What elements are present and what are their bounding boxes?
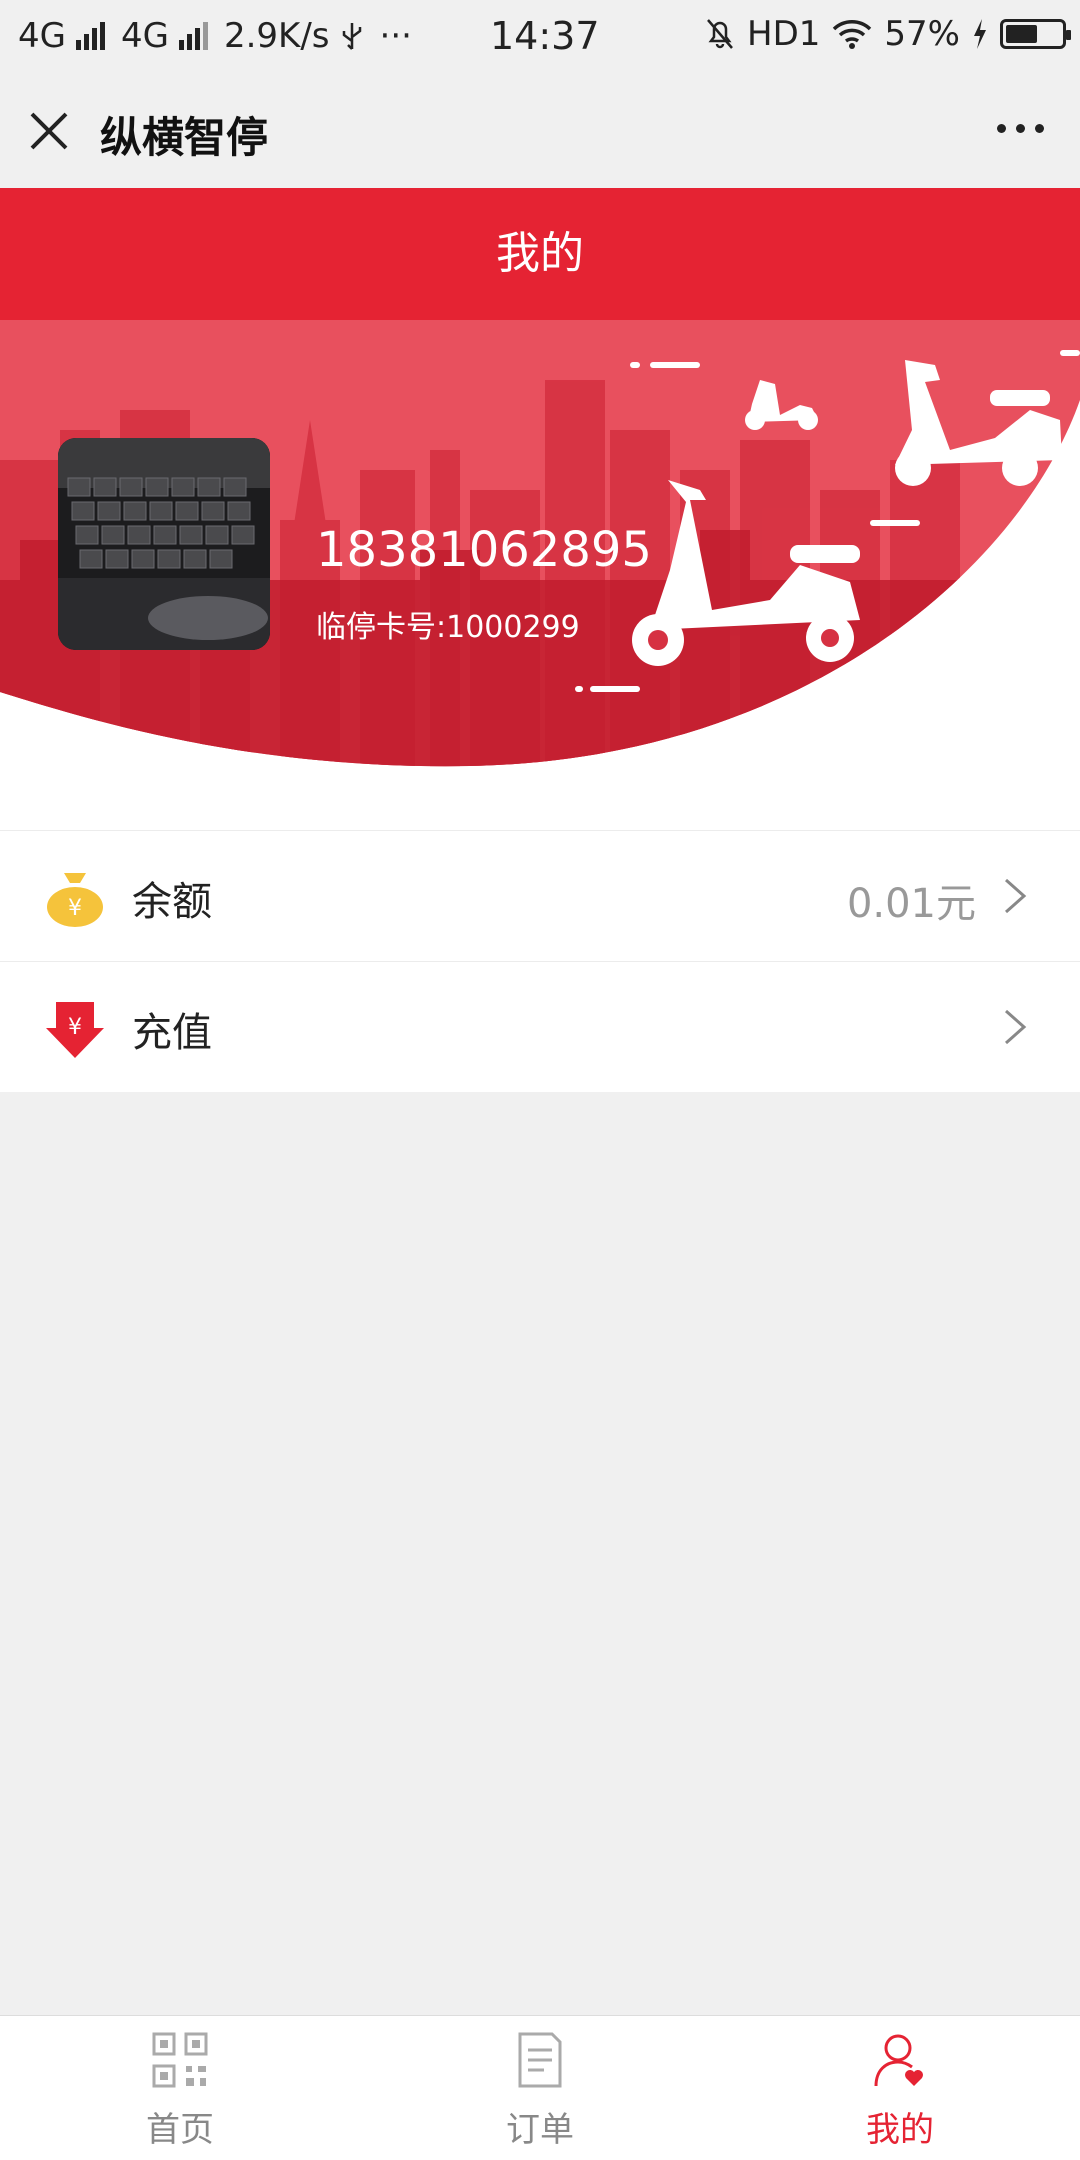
recharge-label: 充值 (132, 1010, 212, 1056)
page-title: 我的 (0, 188, 1080, 320)
balance-row[interactable]: ¥ 余额 0.01元 (0, 830, 1080, 961)
recharge-row[interactable]: ¥ 充值 (0, 961, 1080, 1092)
more-options-icon[interactable] (997, 124, 1044, 133)
hd-indicator: HD1 (747, 14, 821, 54)
charging-icon (974, 19, 986, 49)
svg-text:¥: ¥ (68, 896, 82, 921)
network-speed: 2.9K/s (223, 16, 330, 56)
tab-orders[interactable]: 订单 (440, 2016, 640, 2160)
avatar[interactable] (58, 438, 270, 650)
app-title: 纵横智停 (100, 113, 269, 162)
clock: 14:37 (490, 14, 600, 58)
status-bar: 4G 4G 2.9K/s ··· 14:37 HD1 57% (0, 0, 1080, 76)
tab-mine[interactable]: 我的 (800, 2016, 1000, 2160)
more-notifications: ··· (379, 16, 412, 56)
chevron-right-icon (1005, 1009, 1027, 1045)
menu-list: ¥ 余额 0.01元 ¥ 充值 (0, 830, 1080, 1092)
avatar-photo (58, 438, 270, 650)
qr-code-icon (152, 2032, 208, 2088)
tab-mine-label: 我的 (866, 2110, 934, 2150)
money-bag-icon: ¥ (47, 873, 103, 927)
order-list-icon (518, 2032, 562, 2088)
wifi-icon (833, 20, 872, 49)
parking-card-number: 临停卡号:1000299 (316, 610, 580, 645)
signal-icon (75, 22, 105, 50)
signal-icon-2 (178, 22, 208, 50)
tab-home-label: 首页 (146, 2110, 214, 2150)
tab-home[interactable]: 首页 (80, 2016, 280, 2160)
profile-banner: 18381062895 临停卡号:1000299 (0, 320, 1080, 830)
user-heart-icon (874, 2034, 923, 2087)
battery-icon (1000, 19, 1071, 49)
network-type-1: 4G (18, 16, 66, 56)
recharge-arrow-icon: ¥ (46, 1002, 104, 1058)
network-type-2: 4G (120, 16, 169, 56)
bottom-tab-bar: 首页 订单 我的 (0, 2015, 1080, 2160)
tab-orders-label: 订单 (506, 2110, 574, 2150)
mini-program-title-bar: 纵横智停 (0, 76, 1080, 188)
balance-label: 余额 (132, 879, 212, 925)
user-phone-number: 18381062895 (316, 522, 652, 578)
mute-bell-icon (707, 19, 733, 49)
battery-percent: 57% (884, 14, 960, 54)
chevron-right-icon (1005, 878, 1027, 914)
usb-icon (342, 23, 361, 50)
svg-text:¥: ¥ (68, 1015, 82, 1040)
close-icon[interactable] (28, 110, 70, 152)
balance-value: 0.01元 (846, 881, 976, 927)
